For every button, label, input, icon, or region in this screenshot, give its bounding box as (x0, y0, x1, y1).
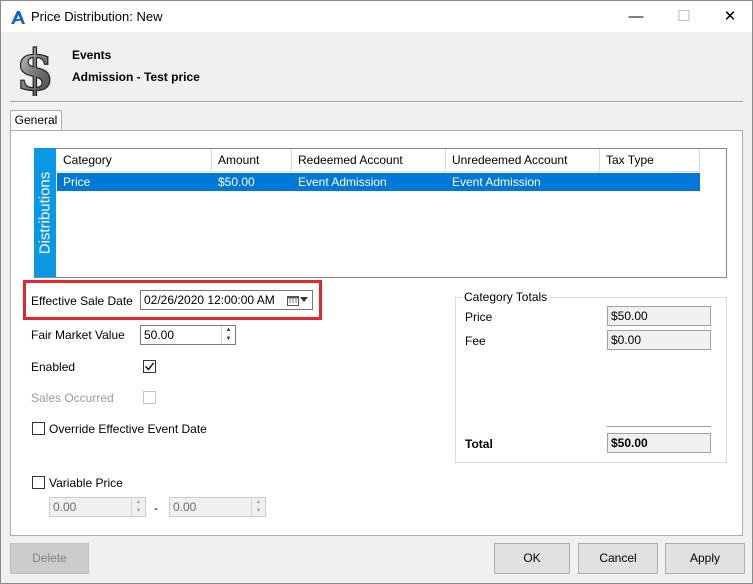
header-panel: $ Events Admission - Test price (1, 32, 752, 102)
checkmark-icon (145, 362, 155, 371)
variable-price-separator: - (154, 501, 158, 515)
minimize-button[interactable]: — (613, 1, 659, 32)
header-line-2: Admission - Test price (72, 70, 200, 84)
totals-total-label: Total (465, 437, 493, 451)
cell-redeemed-account: Event Admission (298, 175, 387, 189)
price-distribution-window: Price Distribution: New — ☐ ✕ $ Events A… (0, 0, 753, 584)
header-separator (10, 101, 743, 103)
variable-price-checkbox[interactable] (32, 476, 45, 489)
header-line-1: Events (72, 48, 112, 62)
cancel-button[interactable]: Cancel (578, 543, 658, 574)
totals-total-value: $50.00 (607, 433, 711, 453)
sales-occurred-label: Sales Occurred (31, 391, 114, 405)
app-logo-icon (11, 11, 25, 24)
variable-price-label[interactable]: Variable Price (49, 476, 123, 490)
spin-up-icon[interactable]: ▲ (222, 326, 235, 335)
variable-price-max-stepper: 0.00 ▲ ▼ (169, 497, 266, 517)
window-title: Price Distribution: New (31, 9, 163, 24)
override-effective-event-date-label[interactable]: Override Effective Event Date (49, 422, 207, 436)
tab-general[interactable]: General (10, 110, 62, 131)
fair-market-value-spinner[interactable]: ▲ ▼ (221, 326, 235, 344)
category-totals-title: Category Totals (462, 290, 550, 304)
calendar-icon[interactable] (287, 295, 299, 306)
cell-unredeemed-account: Event Admission (452, 175, 541, 189)
variable-price-min-value: 0.00 (53, 500, 77, 514)
svg-text:$: $ (16, 40, 55, 96)
totals-fee-label: Fee (465, 334, 486, 348)
sales-occurred-checkbox (143, 391, 156, 404)
column-header-tax-type[interactable]: Tax Type (600, 149, 700, 172)
column-header-amount[interactable]: Amount (212, 149, 292, 172)
spin-up-icon: ▲ (135, 499, 142, 505)
column-header-category[interactable]: Category (57, 149, 212, 172)
spin-down-icon: ▼ (135, 508, 142, 514)
cell-amount: $50.00 (218, 175, 255, 189)
enabled-label: Enabled (31, 360, 76, 374)
effective-sale-date-value: 02/26/2020 12:00:00 AM (144, 293, 275, 307)
variable-price-min-stepper: 0.00 ▲ ▼ (49, 497, 146, 517)
chevron-down-icon[interactable] (300, 297, 308, 303)
totals-fee-value: $0.00 (607, 330, 711, 350)
fair-market-value-label: Fair Market Value (31, 328, 125, 342)
delete-button: Delete (10, 543, 89, 574)
table-row[interactable]: Price $50.00 Event Admission Event Admis… (57, 173, 700, 191)
fair-market-value-value: 50.00 (144, 328, 175, 342)
column-header-redeemed-account[interactable]: Redeemed Account (292, 149, 446, 172)
cell-tax-type (600, 173, 700, 191)
close-button[interactable]: ✕ (707, 1, 753, 32)
totals-divider (607, 426, 711, 428)
dollar-sign-icon: $ (15, 40, 55, 96)
variable-price-min-spinner: ▲ ▼ (131, 498, 145, 516)
effective-sale-date-picker[interactable]: 02/26/2020 12:00:00 AM (140, 290, 313, 310)
totals-price-value: $50.00 (607, 306, 711, 326)
ok-button[interactable]: OK (494, 543, 570, 574)
spin-down-icon[interactable]: ▼ (222, 335, 235, 344)
effective-sale-date-label: Effective Sale Date (31, 294, 133, 308)
fair-market-value-stepper[interactable]: 50.00 ▲ ▼ (140, 325, 236, 345)
apply-button[interactable]: Apply (665, 543, 745, 574)
totals-price-label: Price (465, 310, 493, 324)
spin-up-icon: ▲ (255, 499, 262, 505)
variable-price-max-spinner: ▲ ▼ (251, 498, 265, 516)
cell-category: Price (63, 175, 91, 189)
variable-price-max-value: 0.00 (173, 500, 197, 514)
enabled-checkbox[interactable] (143, 360, 156, 373)
override-effective-event-date-checkbox[interactable] (32, 422, 45, 435)
column-header-unredeemed-account[interactable]: Unredeemed Account (446, 149, 600, 172)
maximize-button[interactable]: ☐ (661, 1, 707, 32)
distributions-side-label: Distributions (34, 148, 56, 277)
spin-down-icon: ▼ (255, 508, 262, 514)
title-bar: Price Distribution: New — ☐ ✕ (1, 1, 752, 32)
